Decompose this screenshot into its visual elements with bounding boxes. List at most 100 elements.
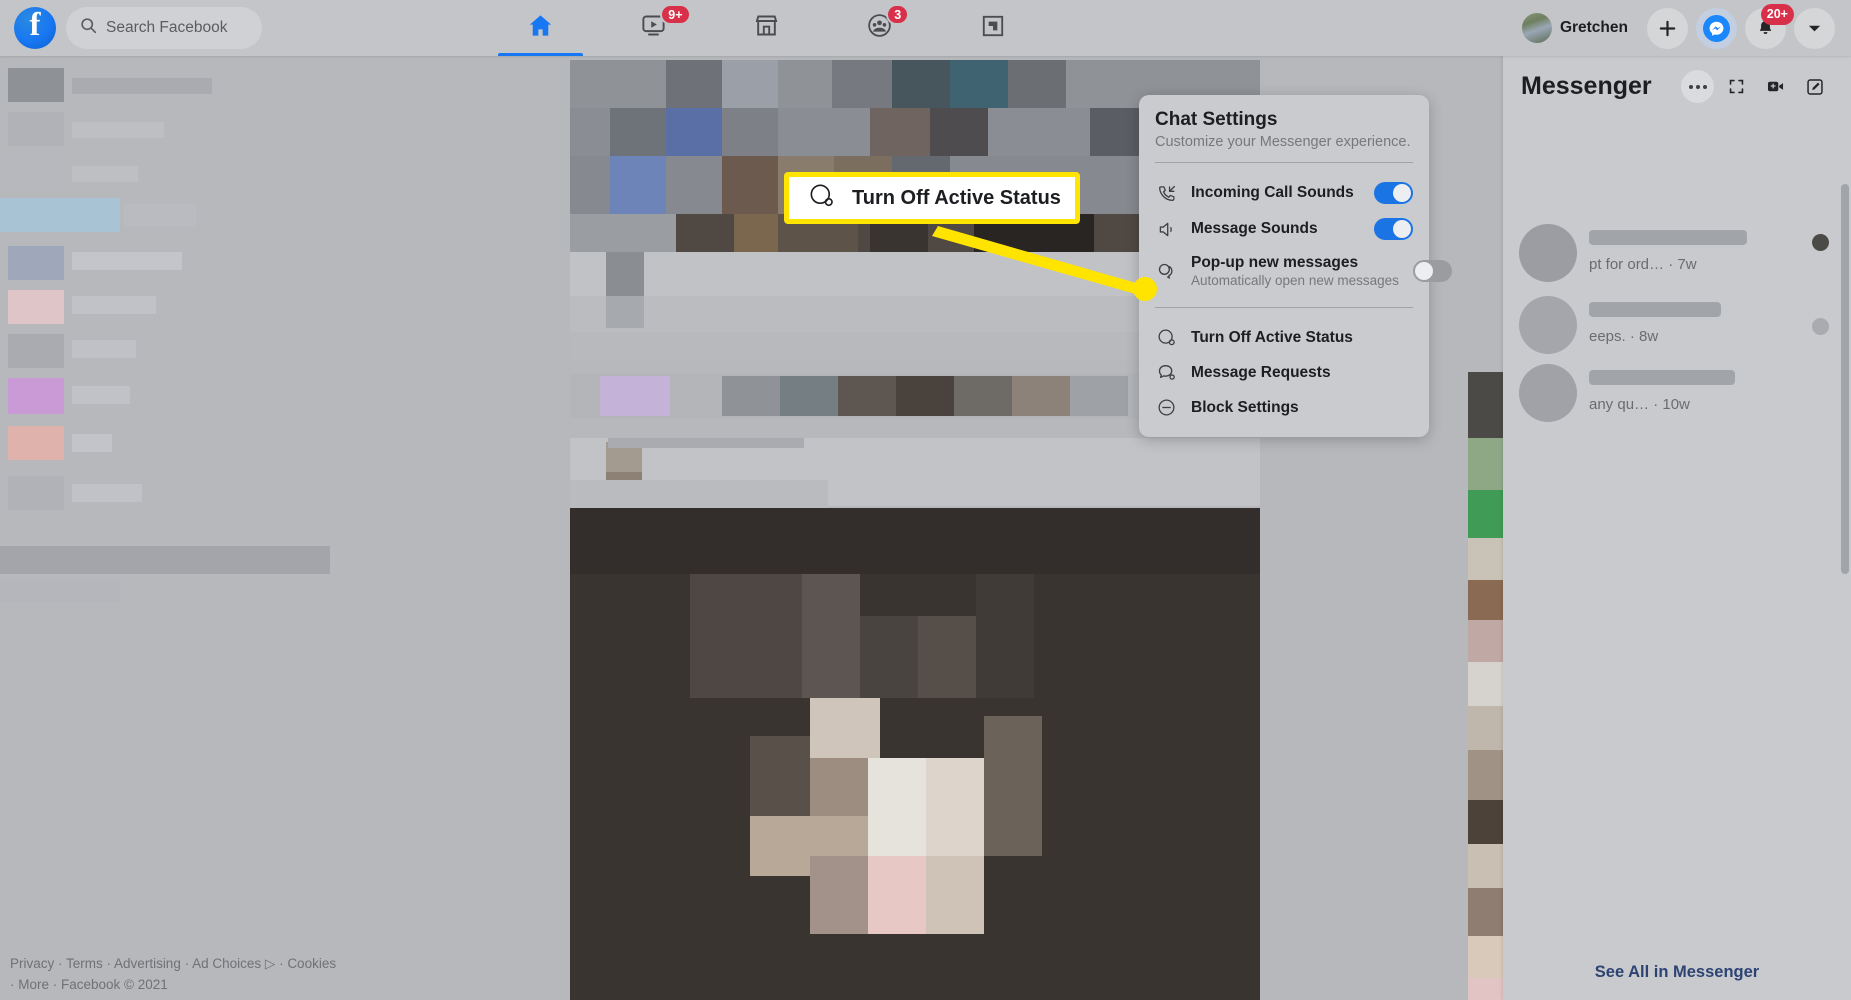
sep: ·	[49, 977, 62, 993]
ad-choices-icon: ▷	[264, 956, 276, 972]
notifications-button[interactable]: 20+	[1745, 3, 1794, 49]
avatar	[1519, 224, 1577, 282]
setting-text-block: Message Requests	[1191, 364, 1413, 382]
toggle-incoming-call-sounds[interactable]	[1374, 182, 1413, 204]
setting-description: Automatically open new messages	[1191, 273, 1399, 288]
search-input[interactable]: Search Facebook	[66, 7, 262, 49]
active-status-icon	[1155, 327, 1177, 348]
messenger-compose-button[interactable]	[1798, 70, 1831, 103]
chat-setting-incoming-call-sounds[interactable]: Incoming Call Sounds	[1139, 175, 1429, 211]
search-placeholder-text: Search Facebook	[106, 19, 228, 36]
footer-link-cookies[interactable]: Cookies	[287, 956, 336, 971]
footer-link-terms[interactable]: Terms	[66, 956, 103, 971]
chevron-down-icon	[1808, 25, 1821, 31]
setting-label: Incoming Call Sounds	[1191, 184, 1354, 201]
toggle-knob	[1393, 184, 1411, 202]
setting-label: Pop-up new messages	[1191, 254, 1359, 271]
toggle-message-sounds[interactable]	[1374, 218, 1413, 240]
list-item[interactable]: eeps. · 8w	[1511, 288, 1835, 364]
bubbles-icon	[1155, 261, 1177, 282]
setting-label: Message Requests	[1191, 363, 1331, 381]
footer-link-ad-choices[interactable]: Ad Choices	[192, 956, 261, 971]
nav-tab-marketplace[interactable]	[710, 0, 823, 56]
messenger-new-room-button[interactable]	[1759, 70, 1792, 103]
messenger-expand-button[interactable]	[1720, 70, 1753, 103]
setting-label: Turn Off Active Status	[1191, 328, 1353, 346]
conversation-preview: any qu… · 10w	[1589, 396, 1690, 413]
list-item[interactable]: pt for ord… · 7w	[1511, 216, 1835, 292]
facebook-page: f Search Facebook 9+ 3 Gretchen 20+ Mess…	[0, 0, 1851, 1000]
block-icon	[1155, 397, 1177, 418]
top-navigation-bar: f Search Facebook 9+ 3 Gretchen 20+	[0, 0, 1851, 56]
chat-setting-message-sounds[interactable]: Message Sounds	[1139, 211, 1429, 247]
nav-badge-watch: 9+	[660, 4, 691, 25]
messenger-scrollbar[interactable]	[1841, 184, 1849, 574]
speaker-icon	[1155, 219, 1177, 240]
setting-text-block: Pop-up new messages Automatically open n…	[1191, 254, 1399, 288]
callout-highlight-box: Turn Off Active Status	[784, 172, 1080, 224]
plus-icon	[1659, 20, 1676, 36]
footer-link-advertising[interactable]: Advertising	[114, 956, 181, 971]
setting-label: Message Sounds	[1191, 220, 1318, 237]
nav-tab-gaming[interactable]	[936, 0, 1049, 56]
conversation-seen-icon	[1812, 318, 1829, 335]
ellipsis-icon	[1688, 84, 1707, 89]
notifications-badge: 20+	[1760, 3, 1794, 25]
facebook-logo-icon[interactable]: f	[14, 7, 56, 49]
see-all-in-messenger-button[interactable]: See All in Messenger	[1503, 944, 1851, 1000]
expand-icon	[1729, 79, 1744, 94]
toggle-knob	[1393, 220, 1411, 238]
chat-settings-title: Chat Settings	[1155, 109, 1278, 130]
create-button[interactable]	[1647, 7, 1688, 49]
footer-link-more[interactable]: More	[18, 977, 49, 992]
list-item[interactable]: any qu… · 10w	[1511, 356, 1835, 432]
sep: ·	[180, 956, 193, 972]
setting-text-block: Message Sounds	[1191, 220, 1360, 238]
nav-center-tabs: 9+ 3	[484, 0, 1049, 56]
footer-copyright: Facebook © 2021	[61, 977, 168, 993]
conversation-name-redacted	[1589, 230, 1747, 245]
setting-text-block: Incoming Call Sounds	[1191, 184, 1360, 202]
setting-text-block: Turn Off Active Status	[1191, 329, 1413, 347]
compose-icon	[1806, 78, 1823, 95]
messenger-title: Messenger	[1521, 72, 1652, 100]
footer-link-privacy[interactable]: Privacy	[10, 956, 54, 971]
nav-tab-home[interactable]	[484, 0, 597, 56]
messenger-panel-header: Messenger	[1503, 56, 1851, 109]
home-icon	[527, 12, 554, 44]
setting-text-block: Block Settings	[1191, 399, 1413, 417]
nav-tab-groups[interactable]: 3	[823, 0, 936, 56]
conversation-name-redacted	[1589, 370, 1735, 385]
divider	[1155, 307, 1413, 308]
sep: ·	[102, 956, 115, 972]
footer-links: Privacy · Terms · Advertising · Ad Choic…	[10, 954, 336, 996]
sep: ·	[10, 977, 19, 993]
phone-incoming-icon	[1155, 183, 1177, 204]
toggle-popup-new-messages[interactable]	[1412, 260, 1452, 282]
profile-link[interactable]: Gretchen	[1518, 9, 1639, 47]
chat-setting-popup-new-messages[interactable]: Pop-up new messages Automatically open n…	[1139, 247, 1452, 295]
avatar	[1519, 296, 1577, 354]
nav-right-group: Gretchen 20+	[1518, 0, 1835, 56]
account-menu-button[interactable]	[1794, 7, 1835, 49]
footer-row-2: · More · Facebook © 2021	[10, 975, 336, 996]
chat-setting-block-settings[interactable]: Block Settings	[1139, 390, 1429, 425]
messenger-button[interactable]	[1696, 7, 1737, 49]
active-status-icon	[807, 181, 836, 215]
conversation-preview: eeps. · 8w	[1589, 328, 1659, 345]
divider	[1155, 162, 1413, 163]
avatar	[1521, 13, 1552, 43]
messenger-conversation-list: pt for ord… · 7w eeps. · 8w any qu… · 10…	[1503, 120, 1851, 940]
search-icon	[80, 17, 97, 39]
chat-setting-turn-off-active-status[interactable]: Turn Off Active Status	[1139, 320, 1429, 355]
chat-setting-message-requests[interactable]: Message Requests	[1139, 355, 1429, 390]
marketplace-icon	[753, 12, 780, 44]
messenger-options-button[interactable]	[1681, 70, 1714, 103]
nav-tab-watch[interactable]: 9+	[597, 0, 710, 56]
sep: ·	[275, 956, 288, 972]
messenger-icon	[1703, 14, 1730, 42]
message-request-icon	[1155, 362, 1177, 383]
nav-left-group: f Search Facebook	[0, 7, 262, 49]
footer-row-1: Privacy · Terms · Advertising · Ad Choic…	[10, 954, 336, 975]
callout-label: Turn Off Active Status	[852, 186, 1061, 209]
